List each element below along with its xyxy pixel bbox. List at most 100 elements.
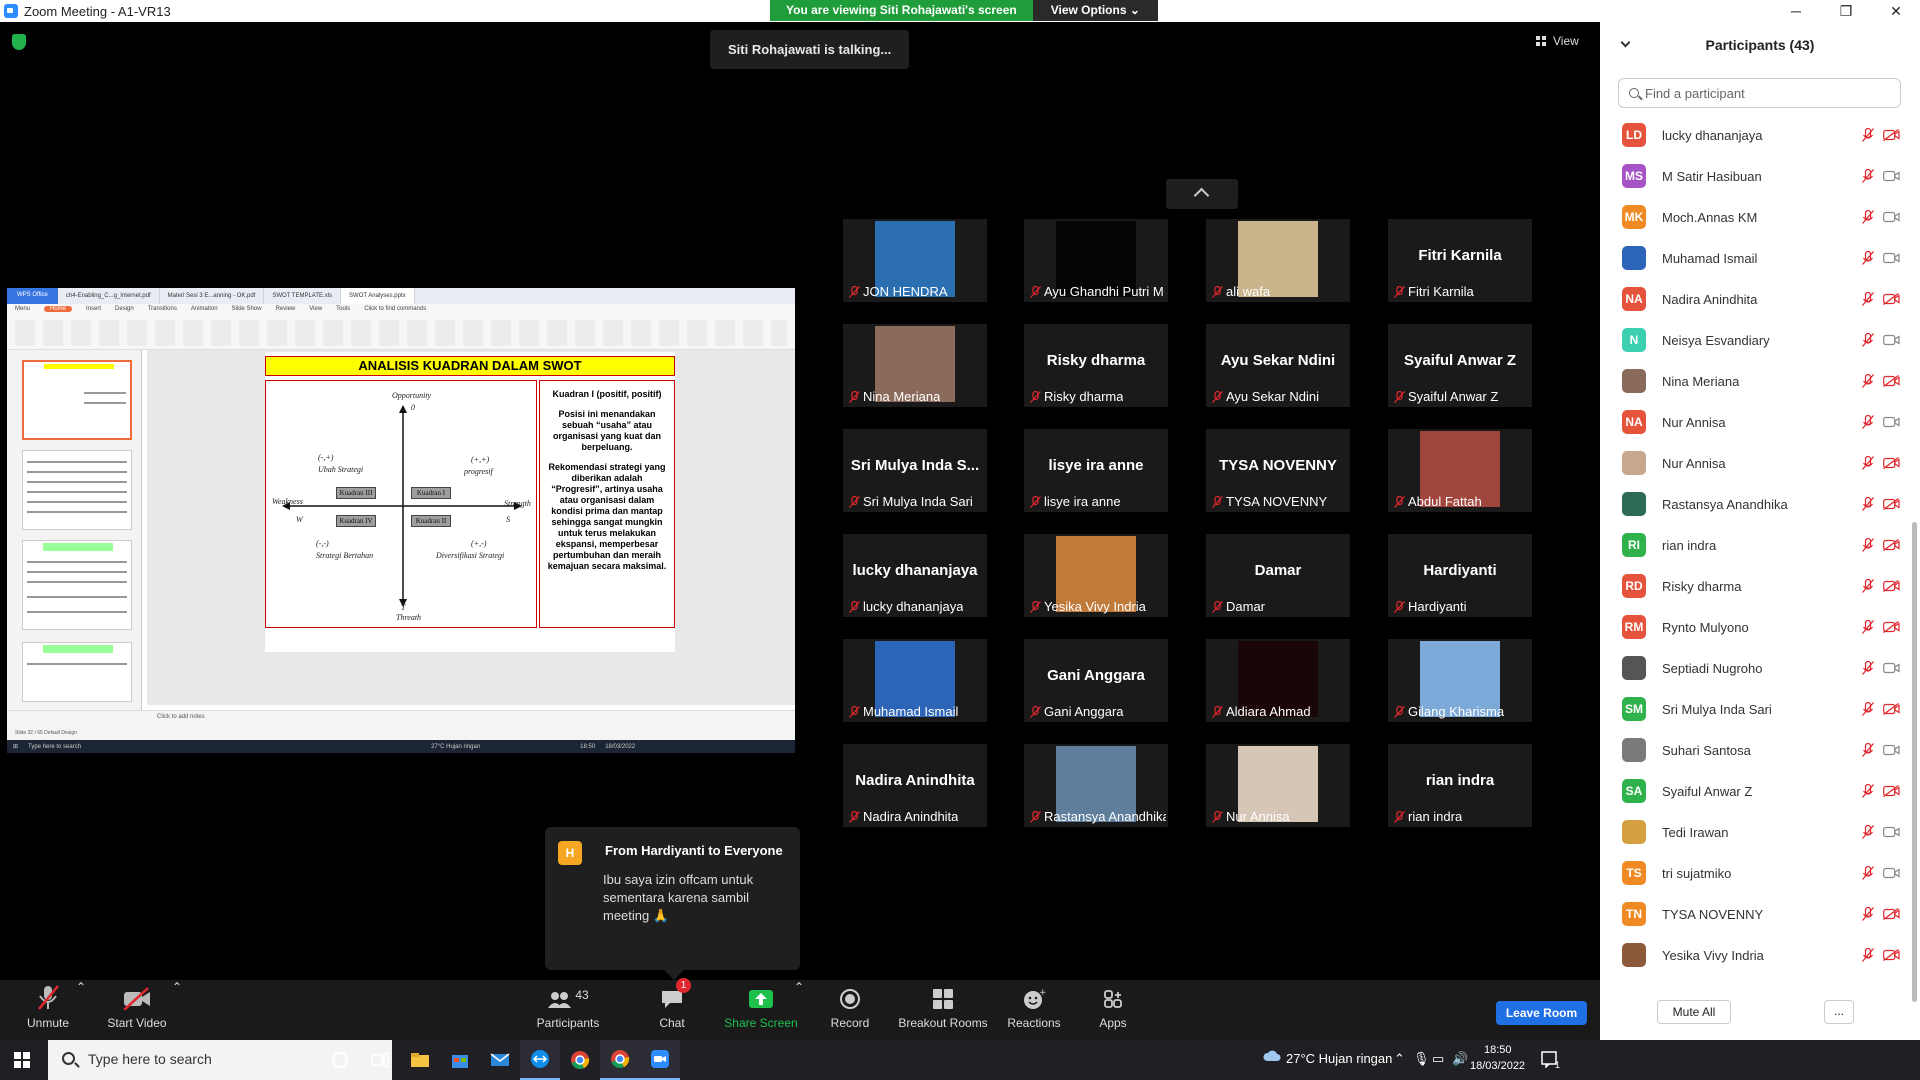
maximize-button[interactable]: ❐ <box>1826 0 1866 22</box>
participant-row[interactable]: N Neisya Esvandiary <box>1600 320 1910 361</box>
video-tile[interactable]: lisye ira anne lisye ira anne <box>1024 429 1168 512</box>
video-on-icon <box>1883 252 1900 264</box>
video-tile[interactable]: ali wafa <box>1206 219 1350 302</box>
video-tile[interactable]: TYSA NOVENNY TYSA NOVENNY <box>1206 429 1350 512</box>
store-icon[interactable] <box>440 1040 480 1080</box>
audio-options-caret[interactable]: ⌃ <box>76 980 86 1040</box>
video-tile[interactable]: Sri Mulya Inda S... Sri Mulya Inda Sari <box>843 429 987 512</box>
video-tile[interactable]: Damar Damar <box>1206 534 1350 617</box>
video-tile[interactable]: Rastansya Anandhika <box>1024 744 1168 827</box>
zoom-taskbar-icon[interactable] <box>640 1040 680 1080</box>
participant-row[interactable]: Muhamad Ismail <box>1600 238 1910 279</box>
shared-screen[interactable]: WPS Office ch4-Enabling_C...g_Internet.p… <box>7 288 795 753</box>
participant-row[interactable]: Septiadi Nugroho <box>1600 648 1910 689</box>
leave-room-button[interactable]: Leave Room <box>1496 1001 1587 1025</box>
unmute-button[interactable]: Unmute <box>20 980 76 1040</box>
panel-scrollbar[interactable] <box>1912 522 1917 1002</box>
ribbon-tools <box>15 320 787 346</box>
volume-icon[interactable]: 🔊 <box>1452 1051 1468 1067</box>
share-options-caret[interactable]: ⌃ <box>794 980 804 1040</box>
video-tile[interactable]: Abdul Fattah <box>1388 429 1532 512</box>
video-tile[interactable]: Nina Meriana <box>843 324 987 407</box>
cortana-icon[interactable] <box>320 1040 360 1080</box>
more-options-button[interactable]: ... <box>1824 1000 1854 1024</box>
mic-muted-icon <box>1862 825 1874 839</box>
video-tile[interactable]: Hardiyanti Hardiyanti <box>1388 534 1532 617</box>
participant-search-input[interactable]: Find a participant <box>1618 78 1901 108</box>
view-button[interactable]: View <box>1536 34 1579 48</box>
video-options-caret[interactable]: ⌃ <box>172 980 182 1040</box>
tray-mic-icon[interactable]: 🎙 <box>1413 1051 1430 1067</box>
video-tile[interactable]: JON HENDRA <box>843 219 987 302</box>
participant-row[interactable]: RD Risky dharma <box>1600 566 1910 607</box>
video-tile[interactable]: rian indra rian indra <box>1388 744 1532 827</box>
participant-row[interactable]: NA Nur Annisa <box>1600 402 1910 443</box>
participant-row[interactable]: SM Sri Mulya Inda Sari <box>1600 689 1910 730</box>
record-button[interactable]: Record <box>826 980 874 1040</box>
windows-start-icon[interactable] <box>14 1052 30 1068</box>
tile-name-label: Abdul Fattah <box>1408 494 1482 509</box>
participants-button[interactable]: 43 Participants <box>536 980 600 1040</box>
apps-button[interactable]: Apps <box>1094 980 1132 1040</box>
tray-arrow-icon[interactable]: ⌃ <box>1394 1051 1405 1067</box>
participant-row[interactable]: RI rian indra <box>1600 525 1910 566</box>
participant-row[interactable]: SA Syaiful Anwar Z <box>1600 771 1910 812</box>
participant-row[interactable]: Rastansya Anandhika <box>1600 484 1910 525</box>
participant-name: Nina Meriana <box>1662 374 1740 389</box>
participant-row[interactable]: Nur Annisa <box>1600 443 1910 484</box>
menu-item: View <box>309 306 323 312</box>
chat-notification[interactable]: H From Hardiyanti to Everyone Ibu saya i… <box>545 827 800 980</box>
start-video-button[interactable]: Start Video <box>102 980 172 1040</box>
file-explorer-icon[interactable] <box>400 1040 440 1080</box>
breakout-rooms-button[interactable]: Breakout Rooms <box>898 980 988 1040</box>
participant-row[interactable]: Tedi Irawan <box>1600 812 1910 853</box>
video-tile[interactable]: Muhamad Ismail <box>843 639 987 722</box>
video-tile[interactable]: Syaiful Anwar Z Syaiful Anwar Z <box>1388 324 1532 407</box>
mic-muted-icon <box>1212 706 1223 718</box>
mail-icon[interactable] <box>480 1040 520 1080</box>
participant-row[interactable]: LD lucky dhananjaya <box>1600 115 1910 156</box>
weather-text[interactable]: 27°C Hujan ringan <box>1286 1051 1392 1066</box>
video-tile[interactable]: Nur Annisa <box>1206 744 1350 827</box>
video-tile[interactable]: Fitri Karnila Fitri Karnila <box>1388 219 1532 302</box>
participant-row[interactable]: MK Moch.Annas KM <box>1600 197 1910 238</box>
participant-row[interactable]: Yesika Vivy Indria <box>1600 935 1910 976</box>
encryption-shield-icon[interactable] <box>12 34 26 50</box>
tile-display-name: lucky dhananjaya <box>852 562 978 579</box>
view-options-button[interactable]: View Options ⌄ <box>1032 0 1158 21</box>
clock-date[interactable]: 18/03/2022 <box>1470 1060 1525 1072</box>
video-on-icon <box>1883 662 1900 674</box>
close-button[interactable]: ✕ <box>1876 0 1916 22</box>
tile-display-name: Gani Anggara <box>1047 667 1145 684</box>
video-tile[interactable]: Ayu Ghandhi Putri M <box>1024 219 1168 302</box>
video-tile[interactable]: Gani Anggara Gani Anggara <box>1024 639 1168 722</box>
mute-all-button[interactable]: Mute All <box>1657 1000 1731 1024</box>
participant-row[interactable]: Suhari Santosa <box>1600 730 1910 771</box>
video-tile[interactable]: Ayu Sekar Ndini Ayu Sekar Ndini <box>1206 324 1350 407</box>
chat-button[interactable]: 1 Chat <box>650 978 694 1040</box>
reactions-button[interactable]: + Reactions <box>1006 980 1062 1040</box>
mic-muted-icon <box>849 286 860 298</box>
network-icon[interactable]: ▭ <box>1432 1051 1444 1067</box>
clock-time[interactable]: 18:50 <box>1484 1044 1512 1056</box>
task-view-icon[interactable] <box>360 1040 400 1080</box>
participant-row[interactable]: TS tri sujatmiko <box>1600 853 1910 894</box>
scroll-up-button[interactable] <box>1166 179 1238 209</box>
video-tile[interactable]: Risky dharma Risky dharma <box>1024 324 1168 407</box>
participant-row[interactable]: TN TYSA NOVENNY <box>1600 894 1910 935</box>
video-tile[interactable]: lucky dhananjaya lucky dhananjaya <box>843 534 987 617</box>
minimize-button[interactable]: ─ <box>1776 0 1816 22</box>
video-tile[interactable]: Yesika Vivy Indria <box>1024 534 1168 617</box>
participant-row[interactable]: RM Rynto Mulyono <box>1600 607 1910 648</box>
chrome-profile-icon[interactable] <box>600 1040 640 1080</box>
teamviewer-icon[interactable] <box>520 1040 560 1080</box>
share-screen-button[interactable]: Share Screen <box>722 980 800 1040</box>
mic-muted-icon <box>1212 811 1223 823</box>
participant-row[interactable]: Nina Meriana <box>1600 361 1910 402</box>
participant-row[interactable]: NA Nadira Anindhita <box>1600 279 1910 320</box>
video-tile[interactable]: Nadira Anindhita Nadira Anindhita <box>843 744 987 827</box>
video-tile[interactable]: Aldiara Ahmad <box>1206 639 1350 722</box>
participant-row[interactable]: MS M Satir Hasibuan <box>1600 156 1910 197</box>
video-tile[interactable]: Gilang Kharisma <box>1388 639 1532 722</box>
chrome-icon[interactable] <box>560 1040 600 1080</box>
